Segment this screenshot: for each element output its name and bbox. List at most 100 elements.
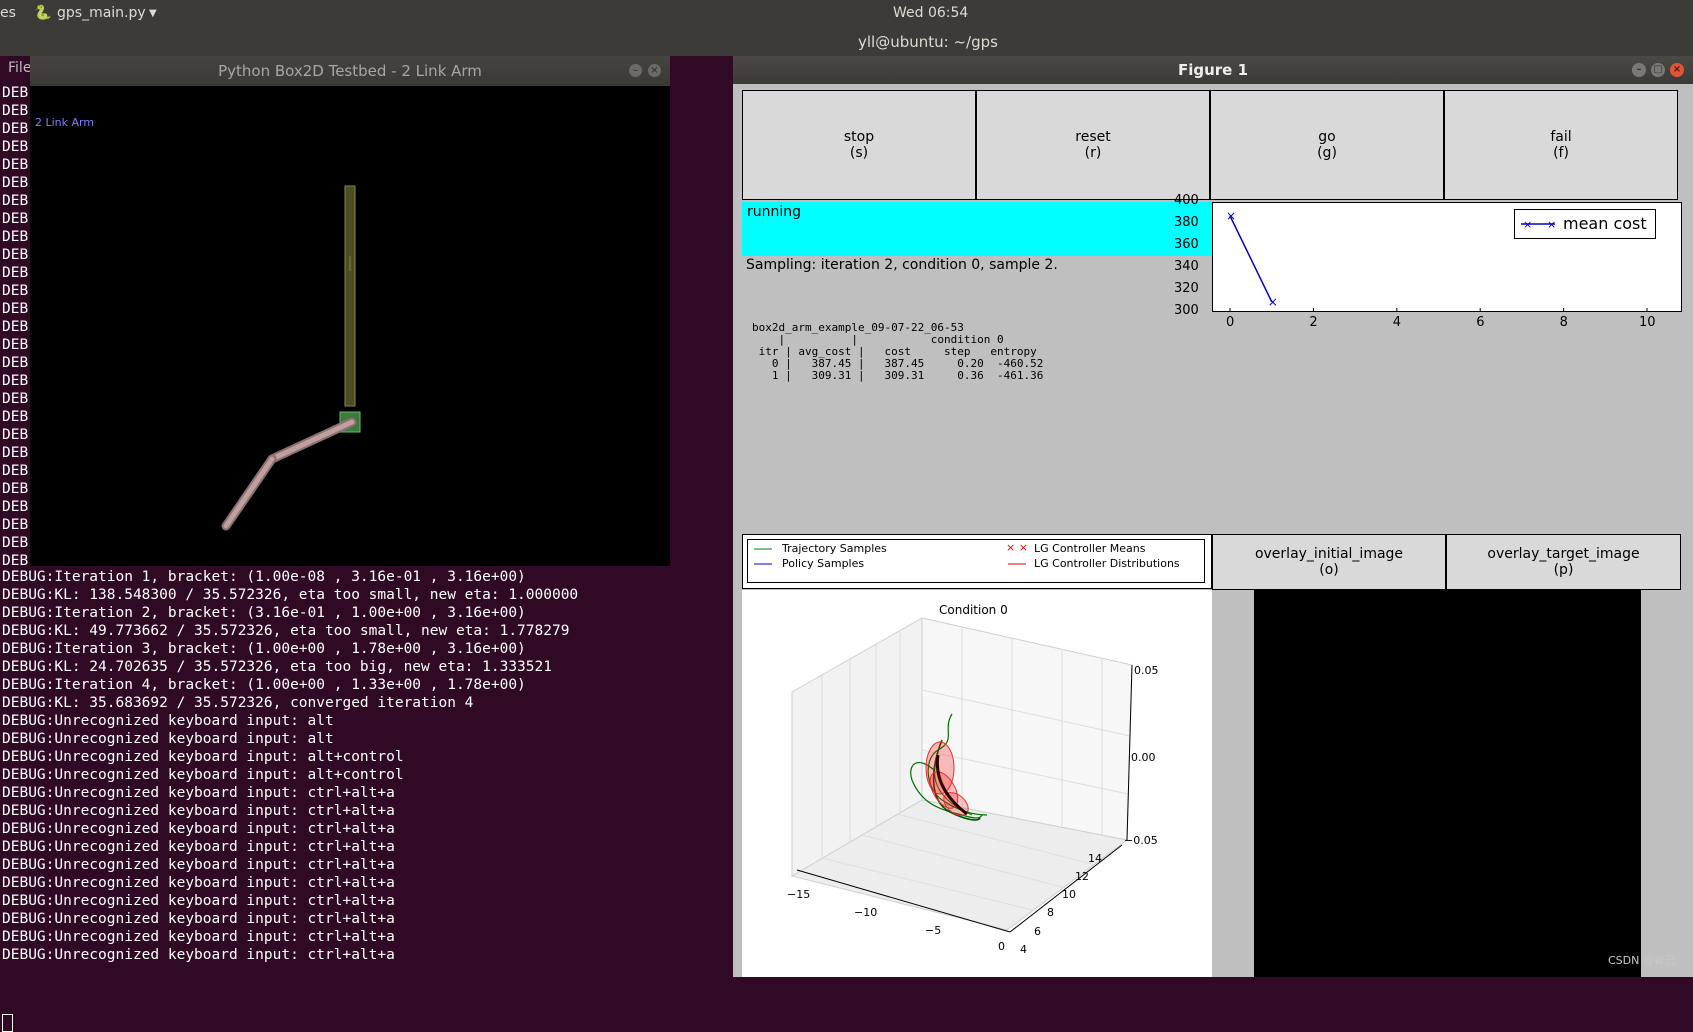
status-text: running: [747, 204, 802, 220]
legend-line-icon: × ×: [1521, 218, 1556, 231]
overlay-initial-button[interactable]: overlay_initial_image (o): [1212, 534, 1446, 590]
terminal-line-truncated: DEB: [2, 373, 29, 389]
terminal-line-truncated: DEB: [2, 283, 29, 299]
terminal-line-truncated: DEB: [2, 499, 29, 515]
legend-label: mean cost: [1563, 214, 1647, 233]
results-table: box2d_arm_example_09-07-22_06-53 | | con…: [752, 321, 1044, 382]
policy-line-icon: [754, 563, 772, 565]
stop-label: stop: [843, 129, 875, 145]
x-tick-label: 4: [1392, 315, 1402, 330]
terminal-line-truncated: DEB: [2, 445, 29, 461]
x-tick-label: 8: [1559, 315, 1568, 330]
terminal-titlebar: yll@ubuntu: ~/gps: [0, 28, 1693, 56]
fail-key: (f): [1553, 145, 1569, 161]
terminal-line: DEBUG:Unrecognized keyboard input: ctrl+…: [2, 785, 395, 801]
reset-key: (r): [1084, 145, 1102, 161]
reset-button[interactable]: reset (r): [976, 90, 1210, 200]
legend-trajectory: Trajectory Samples: [782, 542, 887, 555]
arm-link-2-inner: [223, 456, 275, 529]
figure-titlebar[interactable]: Figure 1 – □ ×: [733, 56, 1693, 84]
terminal-line-truncated: DEB: [2, 535, 29, 551]
terminal-line: DEBUG:Unrecognized keyboard input: ctrl+…: [2, 875, 395, 891]
plot3d-svg: [790, 617, 1133, 933]
arm-link-1-inner: [269, 419, 355, 462]
fail-button[interactable]: fail (f): [1444, 90, 1678, 200]
trajectory-3d-plot: Condition 0 −15−10−50 468101214: [742, 590, 1212, 977]
terminal-line: DEBUG:Unrecognized keyboard input: alt+c…: [2, 767, 404, 783]
plot3d-tick-label: −0.05: [1124, 834, 1158, 847]
status-panel: running: [742, 202, 1212, 256]
terminal-line-truncated: DEB: [2, 229, 29, 245]
figure-window[interactable]: Figure 1 – □ × stop (s) reset (r) go (g)…: [733, 56, 1693, 977]
terminal-line-truncated: DEB: [2, 463, 29, 479]
x-tick-label: 10: [1639, 315, 1656, 330]
y-tick-label: 300: [1174, 303, 1199, 318]
terminal-title: yll@ubuntu: ~/gps: [858, 33, 998, 51]
go-button[interactable]: go (g): [1210, 90, 1444, 200]
target-arm-link: [344, 185, 356, 407]
maximize-icon[interactable]: □: [1651, 63, 1665, 77]
terminal-line: DEBUG:Unrecognized keyboard input: alt: [2, 713, 334, 729]
terminal-line-truncated: DEB: [2, 409, 29, 425]
app-menu-label[interactable]: gps_main.py: [57, 5, 146, 21]
box2d-window[interactable]: Python Box2D Testbed - 2 Link Arm – × 2 …: [30, 56, 670, 566]
terminal-line: DEBUG:KL: 24.702635 / 35.572326, eta too…: [2, 659, 552, 675]
plot3d-tick-label: 8: [1047, 906, 1054, 919]
terminal-line: DEBUG:Unrecognized keyboard input: ctrl+…: [2, 857, 395, 873]
sampling-text: Sampling: iteration 2, condition 0, samp…: [746, 257, 1058, 273]
legend-policy: Policy Samples: [782, 557, 865, 570]
terminal-line: DEBUG:Unrecognized keyboard input: alt+c…: [2, 749, 404, 765]
plot3d-tick-label: 14: [1088, 852, 1102, 865]
y-tick-label: 320: [1174, 281, 1199, 296]
terminal-line: DEBUG:Unrecognized keyboard input: alt: [2, 731, 334, 747]
terminal-line-truncated: DEB: [2, 337, 29, 353]
plot3d-tick-label: −15: [787, 888, 811, 901]
terminal-output: DEBUG:Iteration 1, bracket: (1.00e-08 , …: [2, 568, 578, 964]
terminal-line: DEBUG:Iteration 3, bracket: (1.00e+00 , …: [2, 641, 526, 657]
chevron-down-icon[interactable]: ▼: [149, 8, 157, 19]
overlay-image-view: [1254, 590, 1641, 977]
go-key: (g): [1317, 145, 1337, 161]
clock[interactable]: Wed 06:54: [893, 5, 968, 21]
stop-button[interactable]: stop (s): [742, 90, 976, 200]
terminal-line: DEBUG:KL: 35.683692 / 35.572326, converg…: [2, 695, 474, 711]
terminal-line-truncated: DEB: [2, 481, 29, 497]
arm-scene: [221, 185, 361, 531]
terminal-line: DEBUG:Iteration 2, bracket: (3.16e-01 , …: [2, 605, 526, 621]
mean-cost-point: ×: [1226, 209, 1236, 223]
terminal-line: DEBUG:Iteration 4, bracket: (1.00e+00 , …: [2, 677, 526, 693]
terminal-line-truncated: DEB: [2, 139, 29, 155]
terminal-line-truncated: DEB: [2, 175, 29, 191]
mean-cost-line: [1229, 215, 1273, 303]
terminal-line-truncated: DEB: [2, 355, 29, 371]
means-marker-icon: × ×: [1006, 541, 1028, 554]
terminal-line-truncated: DEB: [2, 265, 29, 281]
plot3d-tick-label: 12: [1075, 870, 1089, 883]
legend-means: LG Controller Means: [1034, 542, 1146, 555]
minimize-icon[interactable]: –: [1632, 63, 1646, 77]
terminal-line: DEBUG:KL: 49.773662 / 35.572326, eta too…: [2, 623, 570, 639]
mean-cost-point: ×: [1268, 295, 1278, 309]
overlay-target-button[interactable]: overlay_target_image (p): [1446, 534, 1681, 590]
menu-file[interactable]: File: [8, 60, 31, 76]
terminal-line-truncated: DEB: [2, 103, 29, 119]
dists-line-icon: [1008, 563, 1026, 565]
close-icon[interactable]: ×: [1670, 63, 1684, 77]
overlay-target-key: (p): [1553, 562, 1574, 578]
terminal-line-truncated: DEB: [2, 85, 29, 101]
activities-label[interactable]: es: [0, 5, 16, 21]
trajectory-legend-panel: Trajectory Samples Policy Samples × × LG…: [742, 534, 1212, 589]
overlay-initial-key: (o): [1319, 562, 1339, 578]
terminal-line: DEBUG:Iteration 1, bracket: (1.00e-08 , …: [2, 569, 526, 585]
y-tick-label: 340: [1174, 259, 1199, 274]
python-app-icon: 🐍: [34, 5, 52, 21]
plot3d-tick-label: 0: [998, 940, 1005, 953]
terminal-line: DEBUG:Unrecognized keyboard input: ctrl+…: [2, 893, 395, 909]
x-tick-label: 2: [1309, 315, 1318, 330]
terminal-line: DEBUG:Unrecognized keyboard input: ctrl+…: [2, 803, 395, 819]
terminal-line-truncated: DEB: [2, 157, 29, 173]
overlay-initial-label: overlay_initial_image: [1254, 546, 1404, 562]
trajectory-legend: Trajectory Samples Policy Samples × × LG…: [747, 539, 1205, 583]
terminal-line-truncated: DEB: [2, 391, 29, 407]
terminal-line-truncated: DEB: [2, 301, 29, 317]
